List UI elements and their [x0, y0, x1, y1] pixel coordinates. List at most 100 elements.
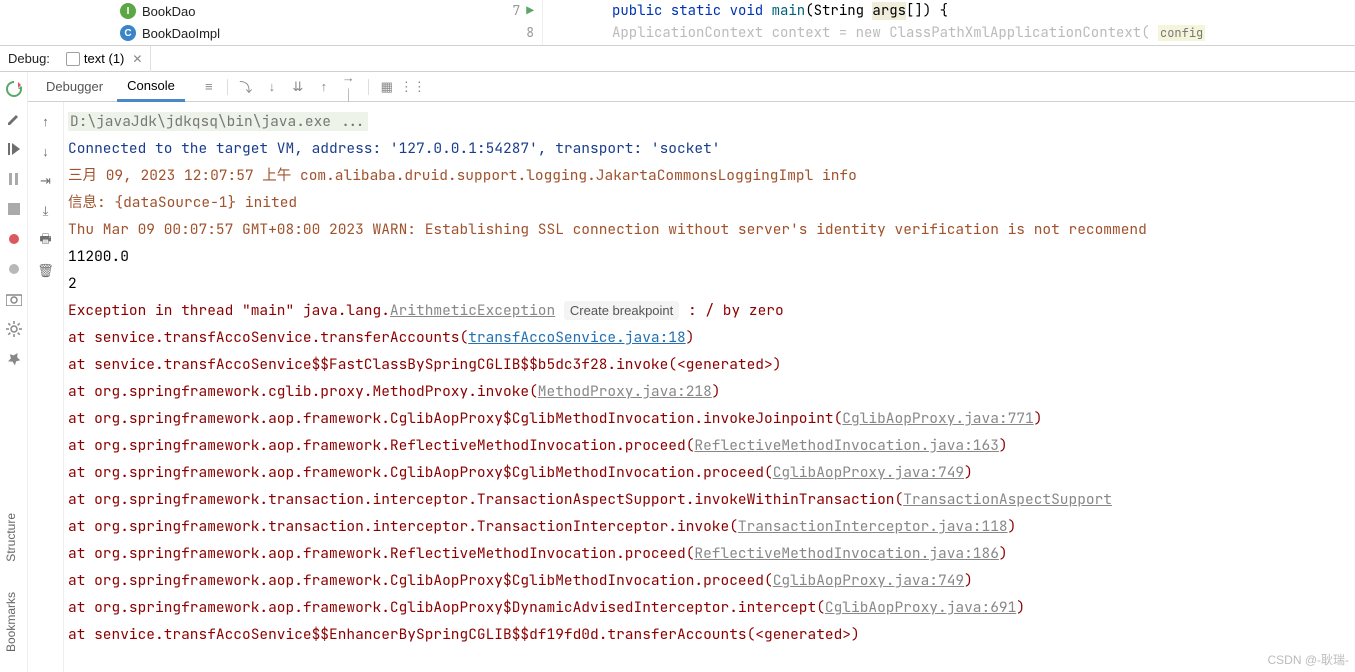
editor-area[interactable]: 7 ▶ 8 public static void main(String args… [492, 0, 1355, 45]
code-warning: args [872, 2, 906, 20]
scroll-down-icon[interactable]: ↓ [37, 142, 55, 160]
code-text: ClassPathXmlApplicationContext( [881, 24, 1158, 42]
settings-icon[interactable] [5, 110, 23, 128]
code-keyword: new [856, 24, 881, 42]
stack-at: at senvice.transfAccoSenvice.transferAcc… [68, 328, 468, 347]
resume-icon[interactable] [5, 140, 23, 158]
code-keyword: public static void [612, 2, 772, 20]
debug-header: Debug: text (1) ✕ [0, 46, 1355, 72]
debug-tab[interactable]: text (1) ✕ [58, 46, 152, 72]
stack-link[interactable]: CglibAopProxy.java:749 [773, 463, 964, 482]
stack-at: at org.springframework.aop.framework.Ref… [68, 436, 694, 455]
stack-line: at org.springframework.aop.framework.Cgl… [68, 405, 1355, 432]
stack-line: at senvice.transfAccoSenvice$$FastClassB… [68, 351, 1355, 378]
class-icon: C [120, 25, 136, 41]
scroll-up-icon[interactable]: ↑ [37, 112, 55, 130]
run-gutter-icon[interactable]: ▶ [526, 0, 534, 22]
stack-link[interactable]: MethodProxy.java:218 [538, 382, 712, 401]
debug-subtabs: Debugger Console ≡ ⤵ ↓ ⇊ ↑ →｜ ▦ ⋮⋮ [28, 72, 1355, 102]
stop-icon[interactable] [5, 200, 23, 218]
code-text: ApplicationContext context = [612, 24, 856, 42]
stack-at: at org.springframework.aop.framework.Cgl… [68, 463, 773, 482]
stack-at: at org.springframework.aop.framework.Ref… [68, 544, 694, 563]
stack-close: ) [999, 544, 1008, 563]
code-text: (String [805, 2, 872, 20]
debug-tab-name: text (1) [84, 51, 124, 66]
code-text: []) { [906, 2, 948, 20]
project-tree[interactable]: I BookDao C BookDaoImpl [0, 0, 492, 45]
sidebar-bookmarks[interactable]: Bookmarks [4, 592, 18, 652]
stack-close: ) [999, 436, 1008, 455]
camera-icon[interactable] [5, 290, 23, 308]
stack-line: at org.springframework.aop.framework.Cgl… [68, 594, 1355, 621]
force-step-into-icon[interactable]: ⇊ [290, 79, 306, 95]
stack-link[interactable]: CglibAopProxy.java:771 [842, 409, 1033, 428]
step-over-icon[interactable]: ⤵ [238, 79, 254, 95]
exception-class-link[interactable]: ArithmeticException [390, 301, 555, 320]
line-number: 7 [512, 0, 520, 22]
tree-item[interactable]: C BookDaoImpl [100, 22, 492, 44]
breakpoints-icon[interactable] [5, 230, 23, 248]
stack-close: ) [964, 463, 973, 482]
pin-icon[interactable] [5, 350, 23, 368]
console-line: Thu Mar 09 00:07:57 GMT+08:00 2023 WARN:… [68, 216, 1355, 243]
tab-debugger[interactable]: Debugger [36, 72, 113, 102]
code-method: main [772, 2, 806, 20]
stack-link[interactable]: TransactionAspectSupport [903, 490, 1112, 509]
stack-line: at senvice.transfAccoSenvice.transferAcc… [68, 324, 1355, 351]
stack-line: at org.springframework.aop.framework.Ref… [68, 432, 1355, 459]
stack-at: at org.springframework.aop.framework.Cgl… [68, 571, 773, 590]
stack-close: ) [1008, 517, 1017, 536]
left-sidebar: Structure Bookmarks [0, 513, 22, 672]
stack-close: ) [1034, 409, 1043, 428]
fold-bar[interactable] [542, 0, 564, 45]
stack-link[interactable]: transfAccoSenvice.java:18 [468, 328, 686, 347]
step-into-icon[interactable]: ↓ [264, 79, 280, 95]
stack-close: ) [686, 328, 695, 347]
debug-label: Debug: [0, 51, 58, 66]
console-line: 11200.0 [68, 243, 1355, 270]
rerun-icon[interactable] [5, 80, 23, 98]
console-gutter: ↑ ↓ ⇥ ⤓ 🖶 🗑 [28, 102, 64, 672]
evaluate-icon[interactable]: ▦ [379, 79, 395, 95]
mute-breakpoints-icon[interactable] [5, 260, 23, 278]
stack-link[interactable]: CglibAopProxy.java:749 [773, 571, 964, 590]
stack-close: ) [964, 571, 973, 590]
pause-icon[interactable] [5, 170, 23, 188]
stack-link[interactable]: ReflectiveMethodInvocation.java:186 [694, 544, 999, 563]
console-line: D:\javaJdk\jdkqsq\bin\java.exe ... [68, 112, 368, 131]
console-line: Connected to the target VM, address: '12… [68, 135, 1355, 162]
stack-link[interactable]: TransactionInterceptor.java:118 [738, 517, 1008, 536]
create-breakpoint-hint[interactable]: Create breakpoint [564, 301, 679, 320]
stack-line: at org.springframework.aop.framework.Cgl… [68, 459, 1355, 486]
stack-link[interactable]: CglibAopProxy.java:691 [825, 598, 1016, 617]
stack-line: at senvice.transfAccoSenvice$$EnhancerBy… [68, 621, 1355, 648]
stack-line: at org.springframework.transaction.inter… [68, 513, 1355, 540]
code-area[interactable]: public static void main(String args[]) {… [564, 0, 1205, 45]
step-out-icon[interactable]: ↑ [316, 79, 332, 95]
console-output[interactable]: D:\javaJdk\jdkqsq\bin\java.exe ... Conne… [64, 102, 1355, 672]
tree-item[interactable]: I BookDao [100, 0, 492, 22]
clear-icon[interactable]: 🗑 [37, 262, 55, 280]
stack-line: at org.springframework.aop.framework.Cgl… [68, 567, 1355, 594]
param-hint: config [1158, 25, 1205, 41]
gear-icon[interactable] [5, 320, 23, 338]
stack-at: at org.springframework.transaction.inter… [68, 517, 738, 536]
sidebar-structure[interactable]: Structure [4, 513, 18, 562]
tab-console[interactable]: Console [117, 72, 185, 102]
console-line: 2 [68, 270, 1355, 297]
soft-wrap-icon[interactable]: ⇥ [37, 172, 55, 190]
stack-link[interactable]: ReflectiveMethodInvocation.java:163 [694, 436, 999, 455]
scroll-to-end-icon[interactable]: ⤓ [37, 202, 55, 220]
more-icon[interactable]: ⋮⋮ [405, 79, 421, 95]
editor-gutter[interactable]: 7 ▶ 8 [492, 0, 542, 45]
exception-post: : / by zero [688, 301, 784, 320]
print-icon[interactable]: 🖶 [37, 232, 55, 250]
console-line: 信息: {dataSource-1} inited [68, 189, 1355, 216]
line-number: 8 [526, 22, 534, 44]
threads-icon[interactable]: ≡ [201, 79, 217, 95]
close-icon[interactable]: ✕ [132, 52, 142, 66]
stack-at: at org.springframework.aop.framework.Cgl… [68, 598, 825, 617]
run-to-cursor-icon[interactable]: →｜ [342, 79, 358, 95]
stack-at: at org.springframework.transaction.inter… [68, 490, 903, 509]
